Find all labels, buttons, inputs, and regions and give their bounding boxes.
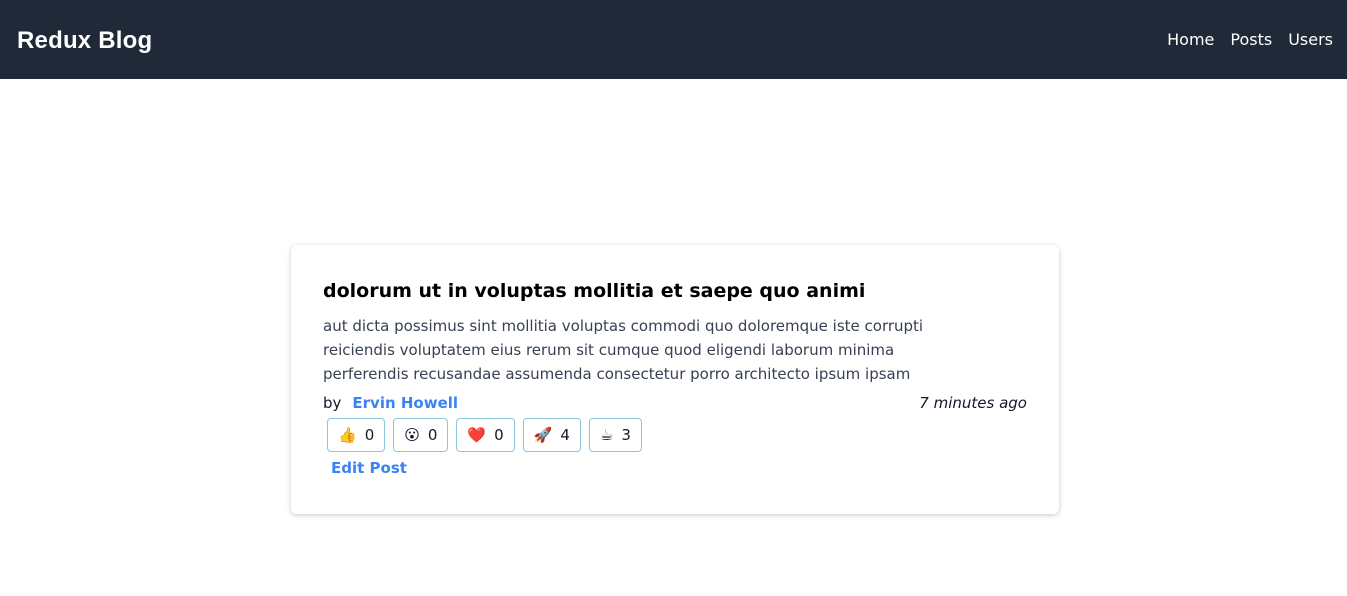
post-meta: by Ervin Howell 7 minutes ago	[323, 394, 1027, 412]
nav-posts-link[interactable]: Posts	[1230, 30, 1272, 49]
nav-users-link[interactable]: Users	[1288, 30, 1333, 49]
edit-post-link[interactable]: Edit Post	[331, 459, 407, 477]
reaction-count: 0	[364, 426, 375, 444]
reaction-coffee-button[interactable]: ☕ 3	[588, 418, 642, 452]
heart-icon: ❤️	[467, 425, 487, 444]
wow-icon: 😮	[404, 425, 420, 444]
post-byline: by Ervin Howell	[323, 394, 458, 412]
app-header: Redux Blog Home Posts Users	[0, 0, 1347, 79]
post-timestamp: 7 minutes ago	[919, 394, 1027, 412]
by-label: by	[323, 394, 342, 412]
post-card: dolorum ut in voluptas mollitia et saepe…	[291, 245, 1059, 514]
reaction-buttons: 👍 0 😮 0 ❤️ 0 🚀 4 ☕ 3	[327, 418, 1027, 452]
reaction-count: 0	[427, 426, 438, 444]
nav-home-link[interactable]: Home	[1167, 30, 1214, 49]
coffee-icon: ☕	[599, 425, 614, 444]
main-nav: Home Posts Users	[1167, 30, 1333, 49]
author-link[interactable]: Ervin Howell	[352, 394, 458, 412]
reaction-heart-button[interactable]: ❤️ 0	[456, 418, 515, 452]
rocket-icon: 🚀	[533, 425, 553, 444]
reaction-thumbs-up-button[interactable]: 👍 0	[327, 418, 386, 452]
post-excerpt: aut dicta possimus sint mollitia volupta…	[323, 317, 924, 383]
reaction-count: 4	[560, 426, 570, 444]
reaction-count: 3	[621, 426, 631, 444]
reaction-rocket-button[interactable]: 🚀 4	[522, 418, 581, 452]
reaction-count: 0	[494, 426, 504, 444]
reaction-wow-button[interactable]: 😮 0	[393, 418, 449, 452]
post-title: dolorum ut in voluptas mollitia et saepe…	[323, 280, 866, 302]
thumbs-up-icon: 👍	[338, 425, 357, 444]
app-title: Redux Blog	[17, 26, 153, 54]
